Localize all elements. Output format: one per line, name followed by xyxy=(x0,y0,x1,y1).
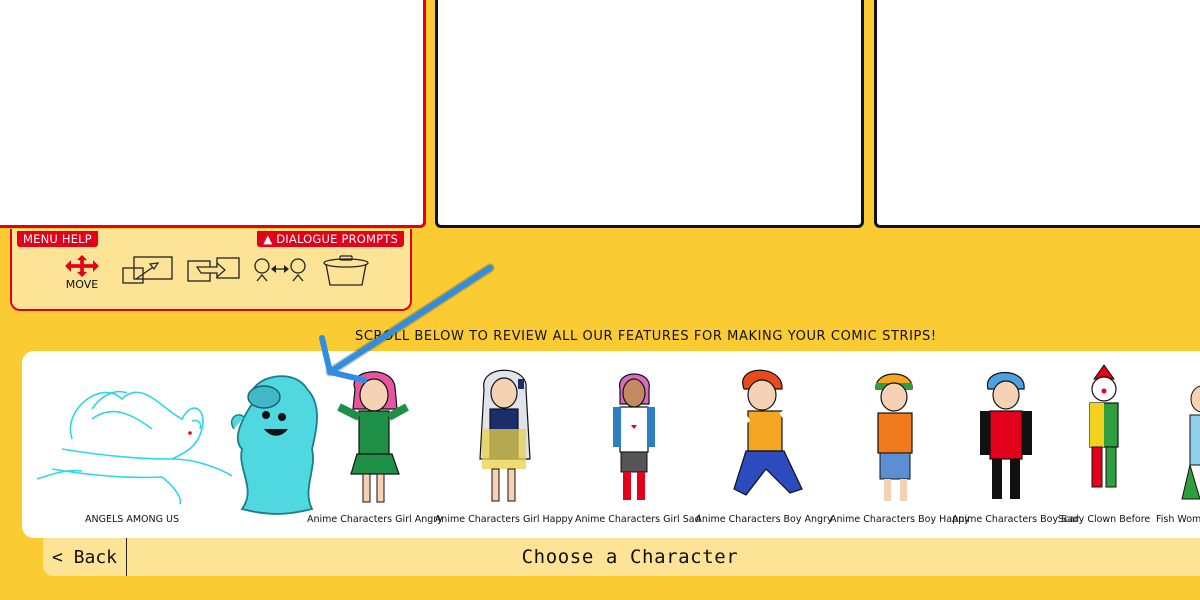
character-angels-among-us[interactable]: ANGELS AMONG US xyxy=(32,359,232,531)
menu-help-tab[interactable]: MENU HELP xyxy=(17,231,98,247)
character-label: Fish Wom xyxy=(1156,514,1200,525)
angel-outline-icon xyxy=(36,390,232,505)
character-anime-boy-angry[interactable]: Anime Characters Boy Angry xyxy=(694,359,834,531)
character-anime-girl-sad[interactable]: Anime Characters Girl Sad xyxy=(575,359,701,531)
resize-icon xyxy=(122,256,173,284)
anime-boy-sad-icon xyxy=(980,371,1032,499)
character-label: Anime Characters Boy Angry xyxy=(695,514,833,525)
trash-can-icon xyxy=(323,255,369,286)
character-anime-boy-happy[interactable]: Anime Characters Boy Happy xyxy=(830,359,970,531)
character-label: Anime Characters Girl Happy xyxy=(434,514,574,525)
comic-panel-2[interactable] xyxy=(435,0,864,228)
anime-girl-happy-icon xyxy=(479,369,531,502)
swap-tool-button[interactable] xyxy=(254,255,306,291)
anime-girl-sad-icon xyxy=(613,373,655,500)
fish-woman-icon xyxy=(1181,385,1200,500)
character-fish-woman[interactable]: Fish Wom xyxy=(1152,359,1200,531)
features-callout: SCROLL BELOW TO REVIEW ALL OUR FEATURES … xyxy=(355,329,937,344)
comic-panel-1[interactable] xyxy=(0,0,426,228)
anime-girl-angry-icon xyxy=(337,371,409,503)
move-arrows-icon xyxy=(65,255,99,277)
character-label: Anime Characters Girl Sad xyxy=(575,514,701,525)
move-tool-button[interactable]: MOVE xyxy=(56,255,108,291)
swap-characters-icon xyxy=(254,258,306,282)
comic-panel-3[interactable] xyxy=(874,0,1200,228)
character-label: Anime Characters Boy Happy xyxy=(830,514,970,525)
bottom-bar: < Back Choose a Character xyxy=(43,538,1200,576)
resize-tool-button[interactable] xyxy=(122,255,174,291)
character-label: Anime Characters Girl Angry xyxy=(307,514,443,525)
character-tray[interactable]: ANGELS AMONG US Anime Characters Girl An… xyxy=(22,351,1200,538)
scary-clown-icon xyxy=(1089,364,1119,488)
character-scary-clown[interactable]: Scary Clown Before xyxy=(1056,359,1152,531)
panel-toolbox: MENU HELP ▲ DIALOGUE PROMPTS MOVE xyxy=(10,229,412,311)
character-anime-girl-angry[interactable]: Anime Characters Girl Angry xyxy=(307,359,443,531)
delete-tool-button[interactable] xyxy=(320,255,372,291)
character-label: Anime Characters Boy Sad xyxy=(952,514,1080,525)
character-label: ANGELS AMONG US xyxy=(85,514,179,525)
anime-boy-happy-icon xyxy=(875,373,913,501)
flip-tool-button[interactable] xyxy=(187,255,240,291)
move-tool-label: MOVE xyxy=(65,278,99,291)
character-label: Scary Clown Before xyxy=(1057,514,1151,525)
flip-icon xyxy=(187,257,240,282)
anime-boy-angry-icon xyxy=(717,369,809,496)
dialogue-prompts-tab[interactable]: ▲ DIALOGUE PROMPTS xyxy=(257,231,404,247)
character-anime-girl-happy[interactable]: Anime Characters Girl Happy xyxy=(434,359,574,531)
character-anime-boy-sad[interactable]: Anime Characters Boy Sad xyxy=(952,359,1080,531)
back-button[interactable]: < Back xyxy=(43,538,127,576)
choose-character-title: Choose a Character xyxy=(521,546,739,568)
